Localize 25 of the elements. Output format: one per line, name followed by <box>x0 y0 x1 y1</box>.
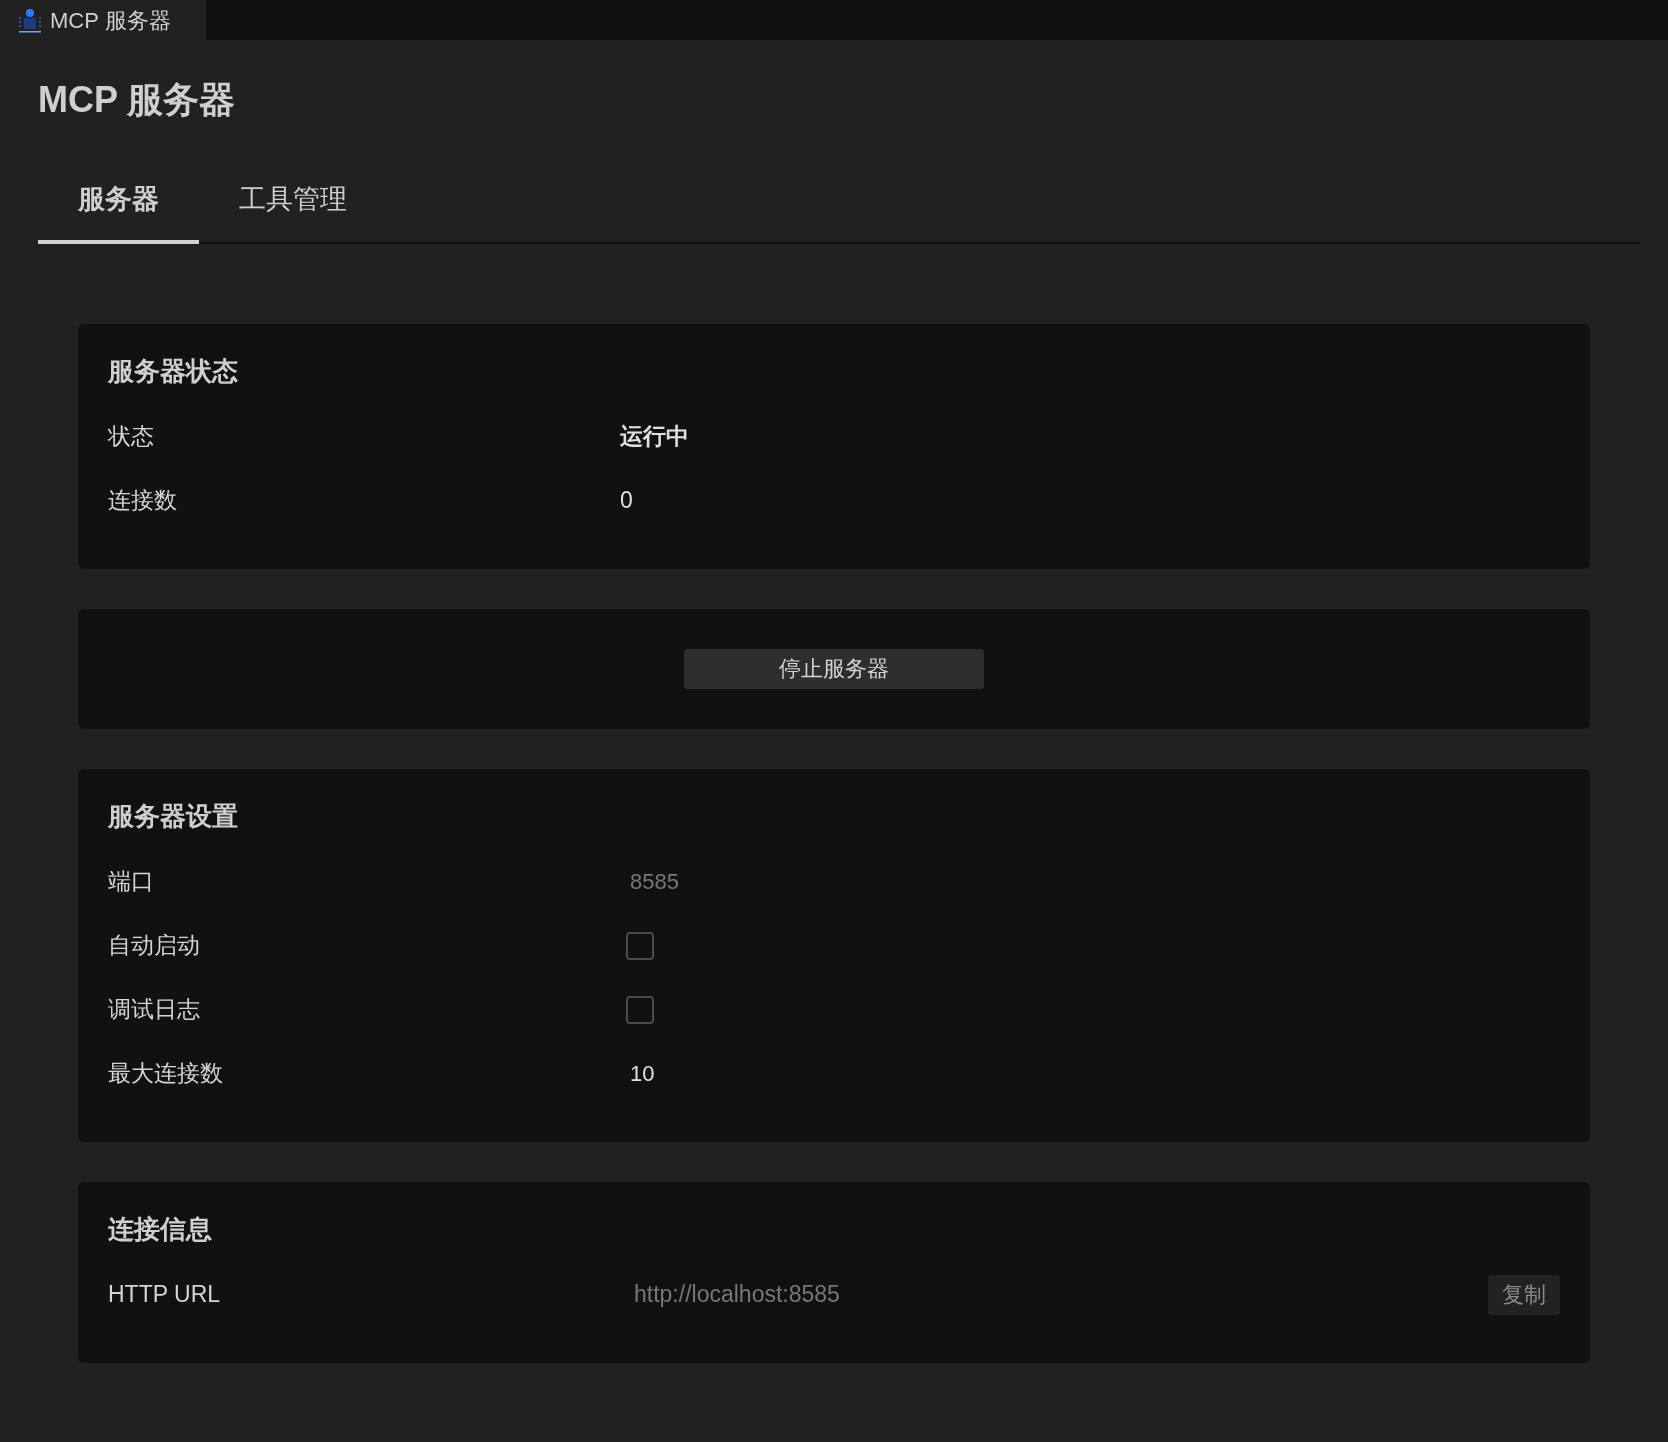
tab[interactable]: 工具管理 <box>199 179 387 244</box>
setting-value: 0 <box>620 486 633 516</box>
page-heading: MCP 服务器 <box>38 78 236 122</box>
tab[interactable]: 服务器 <box>38 179 199 244</box>
app-icon <box>18 7 42 33</box>
setting-label: 自动启动 <box>108 931 201 961</box>
checkbox[interactable] <box>626 931 654 960</box>
setting-label: 连接数 <box>108 486 178 516</box>
stop-server-button[interactable]: 停止服务器 <box>684 648 984 689</box>
window-title: MCP 服务器 <box>50 6 171 35</box>
section-title: 连接信息 <box>108 1212 212 1246</box>
setting-label: 状态 <box>108 422 155 452</box>
section-title: 服务器状态 <box>108 354 238 388</box>
setting-label: 端口 <box>108 867 155 897</box>
input-field[interactable]: 8585 <box>620 861 920 902</box>
setting-label: 调试日志 <box>108 995 201 1025</box>
setting-label: HTTP URL <box>108 1280 222 1310</box>
checkbox[interactable] <box>626 995 654 1024</box>
copy-button[interactable]: 复制 <box>1488 1274 1560 1315</box>
setting-value: 运行中 <box>620 422 689 452</box>
setting-label: 最大连接数 <box>108 1059 224 1089</box>
section-title: 服务器设置 <box>108 799 238 833</box>
input-field[interactable]: 10 <box>620 1053 920 1094</box>
url-field[interactable]: http://localhost:8585 <box>620 1274 1488 1315</box>
window-tab[interactable]: MCP 服务器 <box>0 0 206 40</box>
